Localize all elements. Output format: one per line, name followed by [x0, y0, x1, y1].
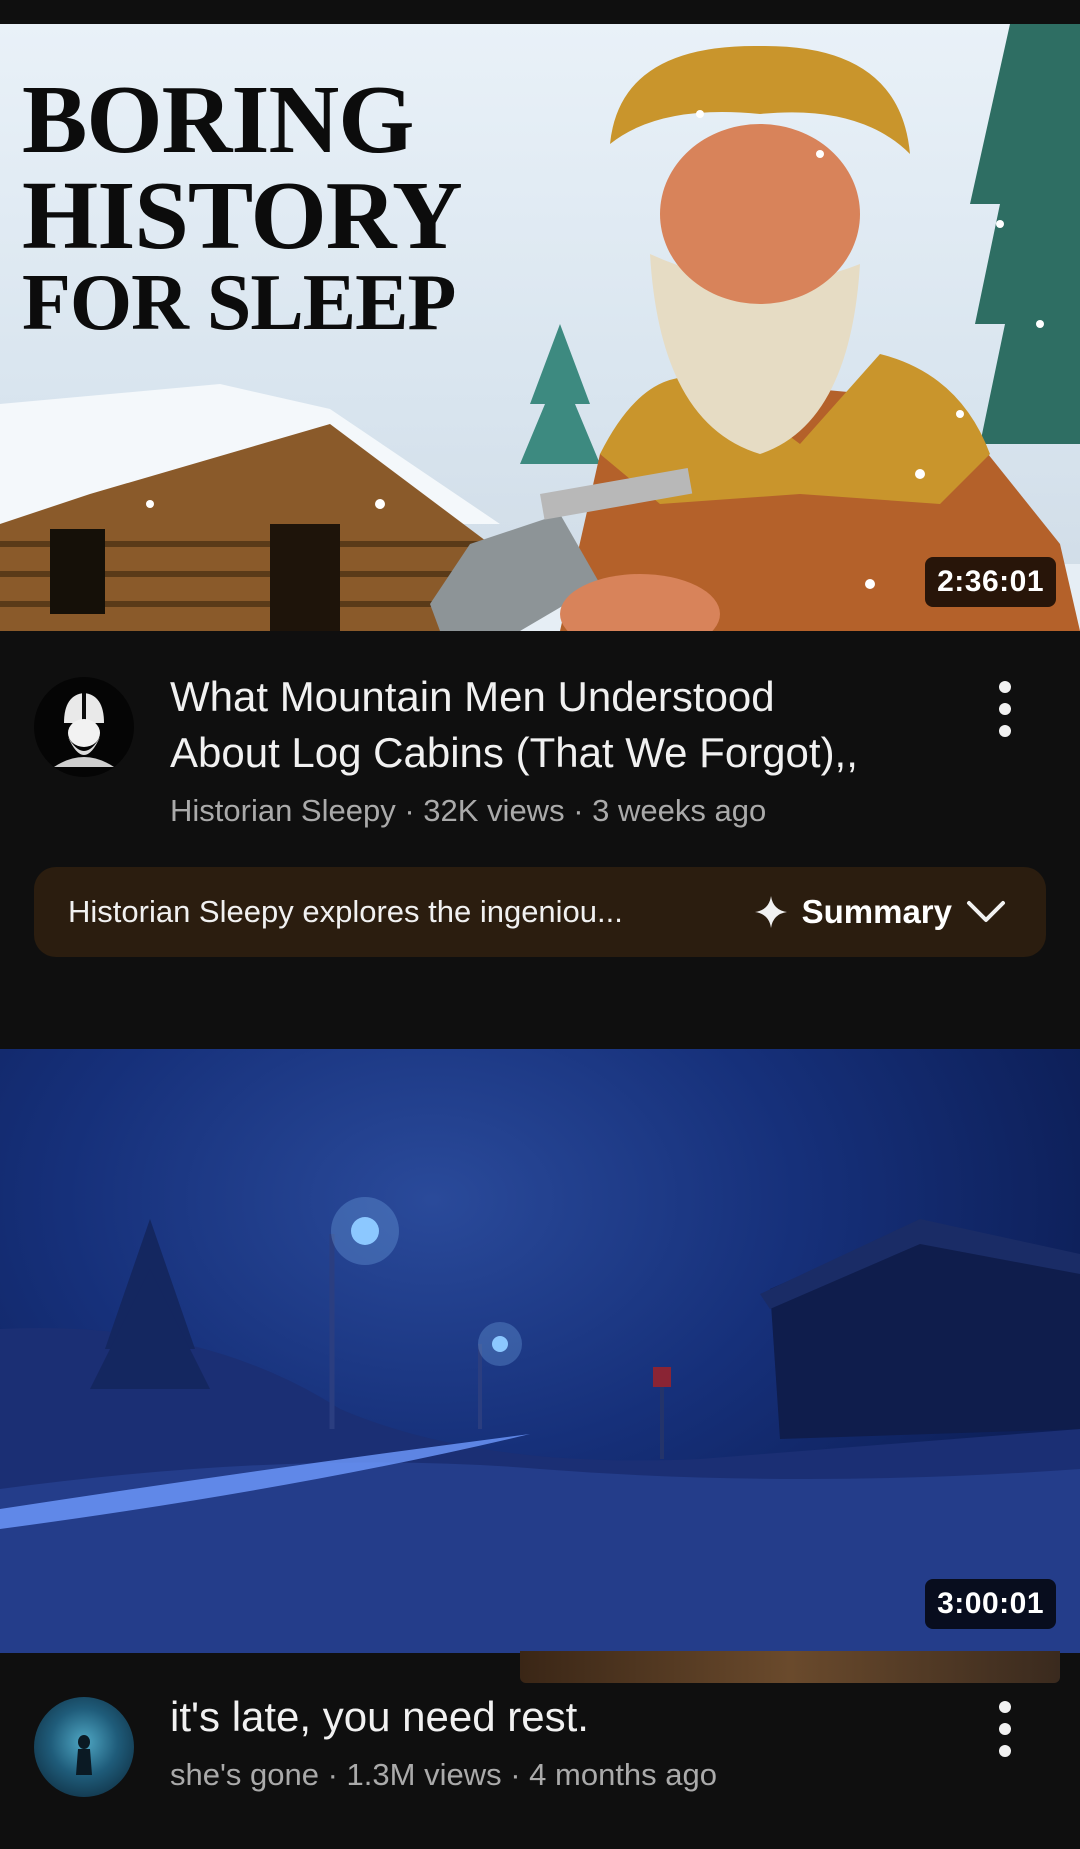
- separator: ·: [501, 1757, 530, 1792]
- video-meta[interactable]: it's late, you need rest. she's gone · 1…: [0, 1651, 1080, 1797]
- sparkle-icon: [754, 896, 787, 928]
- thumbnail-illustration: [0, 1197, 1080, 1653]
- overlay-line-2: HISTORY: [22, 162, 463, 271]
- video-thumbnail[interactable]: BORING HISTORY FOR SLEEP 2:36:01: [0, 24, 1080, 631]
- channel-avatar[interactable]: [34, 677, 134, 777]
- separator: ·: [395, 793, 424, 828]
- upload-age: 4 months ago: [529, 1757, 718, 1792]
- separator: ·: [318, 1757, 347, 1792]
- chevron-down-icon: [967, 901, 1005, 922]
- view-count: 32K views: [423, 793, 565, 828]
- thumbnail-title-overlay: BORING HISTORY FOR SLEEP: [22, 66, 463, 348]
- summary-label: Summary: [801, 893, 952, 930]
- separator: ·: [564, 793, 593, 828]
- summary-button[interactable]: Summary: [754, 893, 1006, 931]
- overlay-line-3: FOR SLEEP: [22, 259, 456, 348]
- video-meta[interactable]: What Mountain Men Understood About Log C…: [0, 631, 1080, 829]
- video-title-line-2: About Log Cabins (That We Forgot),,: [170, 729, 858, 776]
- video-thumbnail[interactable]: 3:00:01: [0, 1049, 1080, 1653]
- video-title[interactable]: What Mountain Men Understood About Log C…: [170, 669, 976, 781]
- overlay-line-1: BORING: [22, 66, 415, 174]
- upload-age: 3 weeks ago: [592, 793, 767, 828]
- more-options-kebab-icon[interactable]: [990, 1701, 1020, 1757]
- status-bar: [0, 0, 1080, 24]
- channel-name[interactable]: Historian Sleepy: [170, 793, 396, 828]
- silhouette-avatar-icon: [76, 1735, 92, 1775]
- card-gap: [0, 957, 1080, 1049]
- video-title-line-1: What Mountain Men Understood: [170, 673, 775, 720]
- summary-text: Historian Sleepy explores the ingeniou..…: [68, 894, 623, 929]
- video-title[interactable]: it's late, you need rest.: [170, 1689, 976, 1745]
- channel-name[interactable]: she's gone: [170, 1757, 319, 1792]
- video-subtitle: she's gone · 1.3M views · 4 months ago: [170, 1757, 976, 1793]
- duration-badge: 2:36:01: [925, 557, 1056, 607]
- view-count: 1.3M views: [346, 1757, 502, 1792]
- next-thumbnail-peek: [520, 1651, 1060, 1683]
- duration-badge: 3:00:01: [925, 1579, 1056, 1629]
- more-options-kebab-icon[interactable]: [990, 681, 1020, 737]
- ai-summary-bar[interactable]: Historian Sleepy explores the ingeniou..…: [34, 867, 1046, 957]
- video-title-line-1: it's late, you need rest.: [170, 1693, 589, 1740]
- viking-avatar-icon: [54, 693, 114, 767]
- channel-avatar[interactable]: [34, 1697, 134, 1797]
- video-subtitle: Historian Sleepy · 32K views · 3 weeks a…: [170, 793, 976, 829]
